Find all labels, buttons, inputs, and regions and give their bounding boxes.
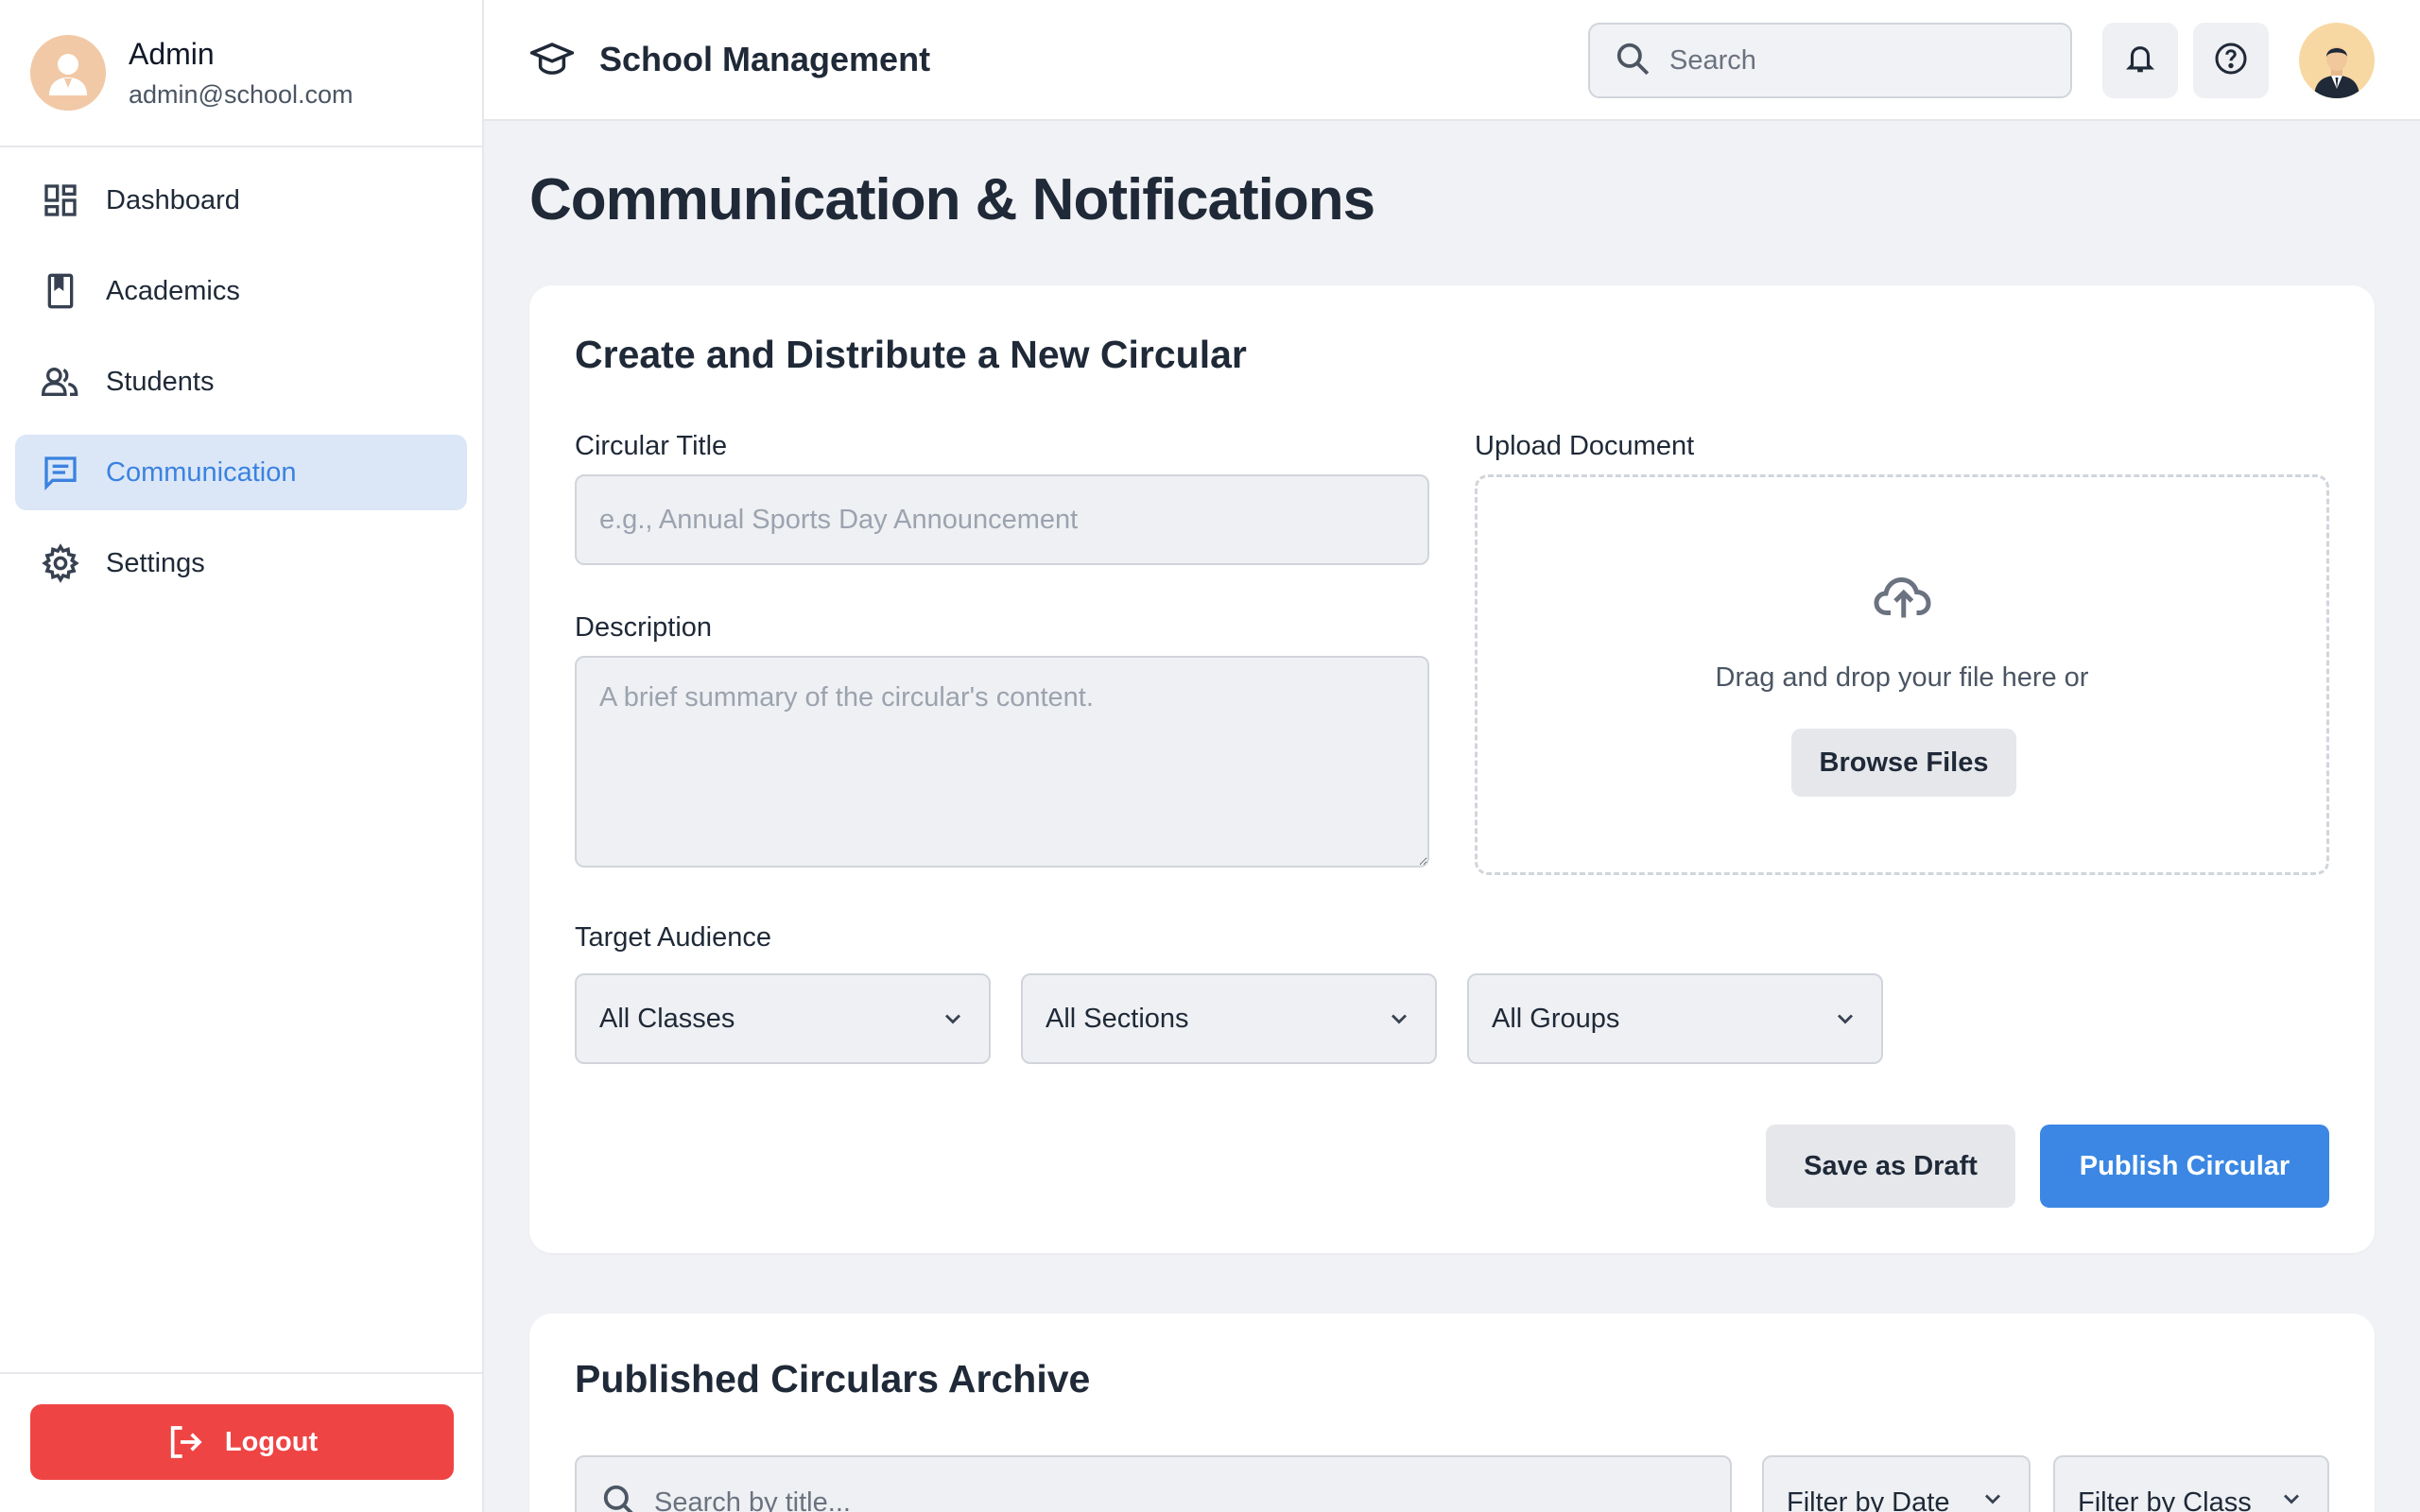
- sidebar-item-students[interactable]: Students: [15, 344, 467, 420]
- logout-label: Logout: [224, 1426, 319, 1457]
- target-audience-label: Target Audience: [575, 922, 771, 953]
- sidebar-item-label: Settings: [106, 547, 205, 578]
- header-search[interactable]: [1588, 23, 2072, 98]
- sidebar-item-dashboard[interactable]: Dashboard: [15, 163, 467, 238]
- user-name: Admin: [129, 37, 215, 71]
- archive-search[interactable]: [575, 1455, 1732, 1512]
- search-icon: [1615, 41, 1651, 81]
- description-label: Description: [575, 612, 713, 643]
- sections-select-value: All Sections: [1046, 1003, 1189, 1034]
- page-title: Communication & Notifications: [529, 167, 1375, 232]
- browse-files-button[interactable]: Browse Files: [1791, 729, 2016, 797]
- gear-icon: [38, 541, 83, 586]
- search-icon: [601, 1483, 637, 1512]
- upload-document-label: Upload Document: [1475, 431, 1695, 461]
- sidebar: Admin admin@school.com Dashboard Academi…: [0, 0, 484, 1512]
- sidebar-item-label: Communication: [106, 456, 297, 488]
- logout-icon: [166, 1423, 204, 1461]
- filter-date-value: Filter by Date: [1787, 1486, 1950, 1512]
- search-input[interactable]: [1669, 44, 2048, 77]
- chevron-down-icon: [1832, 1005, 1858, 1032]
- user-profile: Admin admin@school.com: [0, 0, 482, 147]
- save-draft-button[interactable]: Save as Draft: [1766, 1125, 2015, 1208]
- upload-hint: Drag and drop your file here or: [1715, 662, 2089, 693]
- description-textarea[interactable]: [575, 656, 1429, 868]
- classes-select-value: All Classes: [599, 1003, 735, 1034]
- book-icon: [38, 268, 83, 314]
- filter-by-date-select[interactable]: Filter by Date: [1762, 1455, 2031, 1512]
- sidebar-item-settings[interactable]: Settings: [15, 525, 467, 601]
- sections-select[interactable]: All Sections: [1021, 973, 1437, 1064]
- app-title: School Management: [599, 40, 931, 78]
- sidebar-item-academics[interactable]: Academics: [15, 253, 467, 329]
- circular-title-label: Circular Title: [575, 431, 728, 461]
- sidebar-item-label: Dashboard: [106, 184, 240, 215]
- bell-icon: [2124, 43, 2156, 79]
- chevron-down-icon: [2278, 1486, 2305, 1512]
- filter-by-class-select[interactable]: Filter by Class: [2053, 1455, 2329, 1512]
- cloud-upload-icon: [1871, 562, 1939, 630]
- logout-button[interactable]: Logout: [30, 1404, 454, 1480]
- chevron-down-icon: [1386, 1005, 1412, 1032]
- user-email: admin@school.com: [129, 80, 354, 109]
- help-icon: [2214, 42, 2248, 80]
- admin-avatar: [30, 35, 106, 111]
- chevron-down-icon: [1979, 1486, 2006, 1512]
- users-icon: [38, 359, 83, 404]
- archive-title: Published Circulars Archive: [575, 1357, 1091, 1400]
- sidebar-item-communication[interactable]: Communication: [15, 435, 467, 510]
- file-dropzone[interactable]: Drag and drop your file here or Browse F…: [1475, 474, 2329, 875]
- classes-select[interactable]: All Classes: [575, 973, 991, 1064]
- dashboard-icon: [38, 178, 83, 223]
- sidebar-nav: Dashboard Academics Students Communicati…: [0, 147, 482, 601]
- logout-section: Logout: [0, 1372, 482, 1512]
- chat-icon: [38, 450, 83, 495]
- graduation-cap-icon: [529, 37, 575, 82]
- groups-select-value: All Groups: [1492, 1003, 1620, 1034]
- help-button[interactable]: [2193, 23, 2269, 98]
- top-header: School Management: [484, 0, 2420, 121]
- publish-circular-button[interactable]: Publish Circular: [2040, 1125, 2329, 1208]
- user-avatar[interactable]: [2299, 23, 2375, 98]
- notifications-button[interactable]: [2102, 23, 2178, 98]
- archive-search-input[interactable]: [654, 1486, 1694, 1512]
- sidebar-item-label: Academics: [106, 275, 240, 306]
- groups-select[interactable]: All Groups: [1467, 973, 1883, 1064]
- archive-card: Published Circulars Archive Filter by Da…: [529, 1314, 2375, 1512]
- sidebar-item-label: Students: [106, 366, 215, 397]
- create-circular-card: Create and Distribute a New Circular Cir…: [529, 285, 2375, 1253]
- create-circular-title: Create and Distribute a New Circular: [575, 333, 1247, 376]
- circular-title-input[interactable]: [575, 474, 1429, 565]
- chevron-down-icon: [940, 1005, 966, 1032]
- filter-class-value: Filter by Class: [2078, 1486, 2252, 1512]
